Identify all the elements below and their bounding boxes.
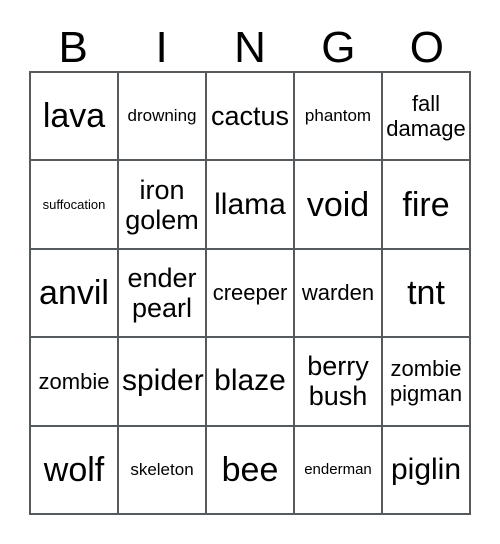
- bingo-header-letter-b: B: [58, 23, 88, 72]
- bingo-cell-label: llama: [214, 187, 286, 221]
- bingo-header-letter-n: N: [234, 23, 266, 72]
- bingo-cell-label: phantom: [304, 106, 372, 126]
- bingo-cell-r2c5[interactable]: fire: [383, 161, 471, 250]
- bingo-cell-r2c2[interactable]: iron golem: [119, 161, 207, 250]
- bingo-cell-label: drowning: [127, 106, 197, 126]
- bingo-cell-r5c4[interactable]: enderman: [295, 426, 383, 515]
- bingo-cell-label: wolf: [43, 450, 105, 489]
- bingo-cell-label: iron golem: [125, 174, 199, 235]
- bingo-cell-r5c1[interactable]: wolf: [31, 426, 119, 515]
- bingo-cell-label: piglin: [390, 452, 462, 486]
- bingo-cell-label: cactus: [210, 101, 290, 132]
- bingo-cell-r3c1[interactable]: anvil: [31, 249, 119, 339]
- bingo-cell-r5c3[interactable]: bee: [207, 426, 295, 515]
- bingo-cell-r1c4[interactable]: phantom: [295, 73, 383, 162]
- bingo-card: B I N G O lava drowning cactus phantom fall …: [0, 0, 500, 544]
- bingo-cell-r4c5[interactable]: zombie pigman: [383, 338, 471, 427]
- bingo-cell-r2c3[interactable]: llama: [207, 161, 295, 250]
- bingo-cell-r1c5[interactable]: fall damage: [383, 73, 471, 162]
- bingo-cell-r2c1[interactable]: suffocation: [31, 161, 119, 250]
- bingo-cell-label: spider: [122, 364, 204, 398]
- bingo-cell-r4c3[interactable]: blaze: [207, 338, 295, 427]
- bingo-cell-label: bee: [221, 450, 279, 489]
- bingo-cell-label: anvil: [39, 273, 109, 312]
- bingo-cell-label: lava: [42, 97, 106, 136]
- bingo-cell-r1c3[interactable]: cactus: [207, 73, 295, 162]
- bingo-grid: lava drowning cactus phantom fall damage suff…: [29, 71, 471, 515]
- bingo-cell-r3c3[interactable]: creeper: [207, 249, 295, 339]
- bingo-cell-label: void: [306, 185, 370, 224]
- bingo-cell-label: suffocation: [42, 196, 106, 212]
- bingo-cell-label: fire: [402, 185, 450, 224]
- bingo-header-letter-i: I: [155, 23, 168, 72]
- bingo-header-letter-g: G: [321, 23, 356, 72]
- bingo-cell-label: zombie pigman: [389, 356, 463, 407]
- bingo-header-row: B I N G O: [29, 18, 471, 70]
- bingo-cell-label: creeper: [212, 280, 288, 306]
- bingo-cell-label: warden: [301, 280, 375, 306]
- bingo-cell-r3c5[interactable]: tnt: [383, 249, 471, 339]
- bingo-cell-label: blaze: [214, 364, 286, 398]
- bingo-header-letter-o: O: [409, 23, 444, 72]
- bingo-cell-label: ender pearl: [127, 262, 197, 323]
- bingo-cell-r1c1[interactable]: lava: [31, 73, 119, 162]
- bingo-cell-r1c2[interactable]: drowning: [119, 73, 207, 162]
- bingo-cell-label: zombie: [38, 368, 110, 394]
- bingo-cell-r4c2[interactable]: spider: [119, 338, 207, 427]
- bingo-cell-r3c4[interactable]: warden: [295, 249, 383, 339]
- bingo-cell-r4c4[interactable]: berry bush: [295, 338, 383, 427]
- bingo-cell-label: fall damage: [386, 91, 466, 142]
- bingo-cell-r2c4[interactable]: void: [295, 161, 383, 250]
- bingo-cell-label: enderman: [304, 460, 372, 478]
- bingo-cell-label: skeleton: [130, 459, 194, 479]
- bingo-cell-r4c1[interactable]: zombie: [31, 338, 119, 427]
- bingo-cell-label: berry bush: [307, 351, 369, 412]
- bingo-cell-label: tnt: [407, 273, 445, 312]
- bingo-cell-r5c2[interactable]: skeleton: [119, 426, 207, 515]
- bingo-cell-r5c5[interactable]: piglin: [383, 426, 471, 515]
- bingo-cell-r3c2[interactable]: ender pearl: [119, 249, 207, 339]
